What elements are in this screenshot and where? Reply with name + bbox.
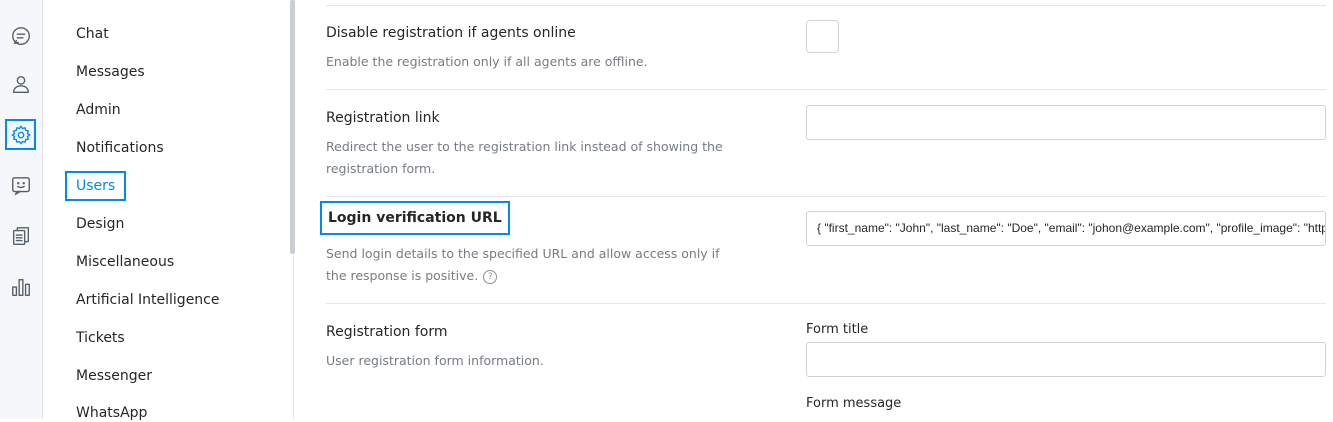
icon-rail (0, 0, 43, 419)
documents-icon[interactable] (8, 223, 34, 249)
setting-title-registration-form: Registration form (326, 324, 448, 340)
form-title-input[interactable] (806, 342, 1326, 377)
nav-item-users[interactable]: Users (65, 171, 127, 201)
setting-desc-registration-form: User registration form information. (326, 353, 544, 368)
setting-title-login-verification-url: Login verification URL (320, 201, 510, 235)
reports-icon[interactable] (8, 274, 34, 300)
login-verification-desc-text: Send login details to the specified URL … (326, 246, 720, 283)
nav-item-artificial-intelligence[interactable]: Artificial Intelligence (76, 291, 220, 309)
setting-desc-disable-registration: Enable the registration only if all agen… (326, 54, 648, 69)
form-title-label: Form title (806, 322, 869, 337)
divider (326, 5, 1326, 6)
registration-link-input[interactable] (806, 105, 1326, 140)
setting-desc-login-verification-url: Send login details to the specified URL … (326, 243, 736, 287)
settings-panel: Disable registration if agents online En… (295, 0, 1333, 419)
help-icon[interactable]: ? (483, 269, 498, 284)
chat-icon[interactable] (8, 23, 34, 49)
login-verification-url-input[interactable]: { "first_name": "John", "last_name": "Do… (806, 211, 1326, 246)
form-message-label: Form message (806, 396, 902, 411)
divider (326, 303, 1326, 304)
user-icon[interactable] (8, 71, 34, 97)
nav-item-whatsapp[interactable]: WhatsApp (76, 404, 147, 422)
nav-item-notifications[interactable]: Notifications (76, 139, 164, 157)
nav-item-messages[interactable]: Messages (76, 63, 145, 81)
chatbot-icon[interactable] (8, 173, 34, 199)
gear-icon[interactable] (5, 119, 36, 150)
setting-desc-registration-link: Redirect the user to the registration li… (326, 139, 723, 176)
settings-nav: Chat Messages Admin Notifications Users … (43, 0, 294, 422)
setting-title-registration-link: Registration link (326, 110, 440, 126)
divider (326, 89, 1326, 90)
divider (326, 196, 1326, 197)
nav-item-miscellaneous[interactable]: Miscellaneous (76, 253, 174, 271)
nav-item-admin[interactable]: Admin (76, 101, 121, 119)
nav-item-chat[interactable]: Chat (76, 25, 109, 43)
disable-registration-checkbox[interactable] (806, 20, 839, 53)
setting-title-disable-registration: Disable registration if agents online (326, 25, 576, 41)
nav-item-design[interactable]: Design (76, 215, 124, 233)
nav-item-messenger[interactable]: Messenger (76, 367, 152, 385)
nav-item-tickets[interactable]: Tickets (76, 329, 125, 347)
